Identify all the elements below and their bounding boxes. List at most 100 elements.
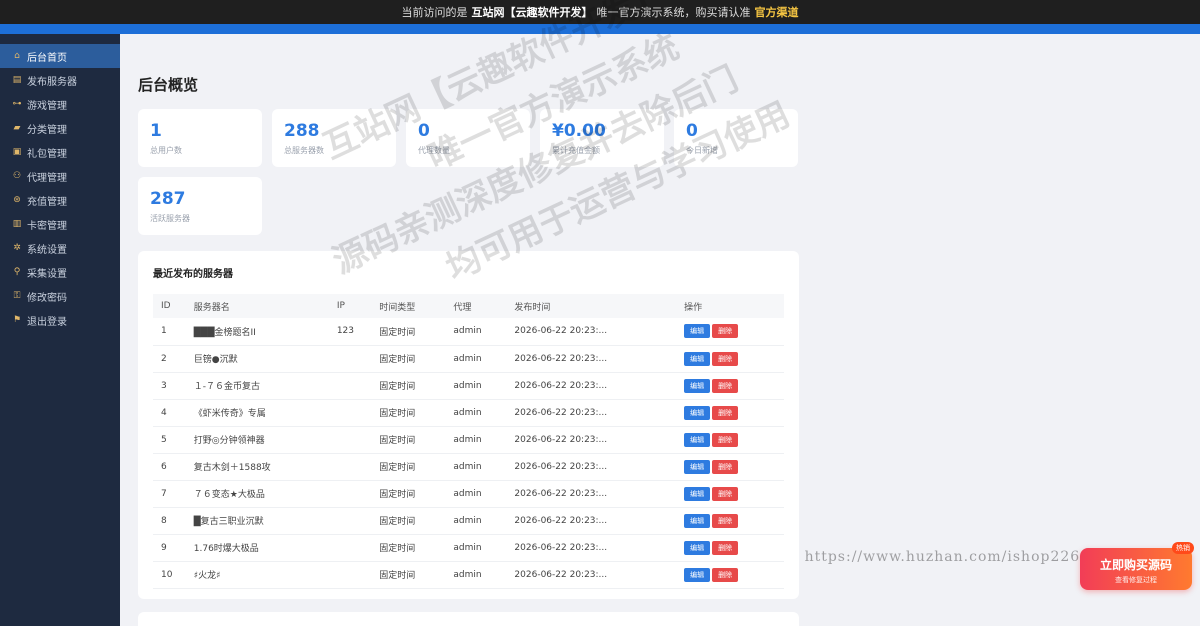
sidebar-item-icon: ▰ xyxy=(13,123,21,133)
sidebar-item[interactable]: ▣ 礼包管理 xyxy=(0,140,120,164)
cell-name: 《虾米传奇》专属 xyxy=(185,399,329,427)
recent-servers-panel: 最近发布的服务器 ID 服务器名 IP 时间类型 代理 发布时间 操作 1 ███金榜题名II… xyxy=(138,251,799,599)
cell-ip xyxy=(328,426,372,454)
cell-actions: 编辑 删除 xyxy=(676,507,784,535)
cell-published: 2026-06-22 20:23:... xyxy=(506,399,677,427)
stat-card: 0 今日新增 xyxy=(674,109,798,167)
sidebar-item-icon: ⚑ xyxy=(12,315,22,325)
stat-card: 287 活跃服务器 xyxy=(138,177,262,235)
sidebar-item-label: 发布服务器 xyxy=(27,76,77,88)
delete-button[interactable]: 删除 xyxy=(712,378,739,393)
cell-id: 1 xyxy=(153,318,186,346)
sidebar-item-label: 充值管理 xyxy=(27,196,67,208)
cell-published: 2026-06-22 20:23:... xyxy=(506,372,677,400)
cell-ip: 123 xyxy=(328,318,372,346)
delete-button[interactable]: 删除 xyxy=(712,567,739,582)
cell-published: 2026-06-22 20:23:... xyxy=(506,561,677,589)
column-header: IP xyxy=(328,294,372,318)
delete-button[interactable]: 删除 xyxy=(712,405,739,420)
table-row: 4 《虾米传奇》专属 固定时间 admin 2026-06-22 20:23:... 编辑… xyxy=(153,399,784,427)
sidebar-item[interactable]: ⊛ 充值管理 xyxy=(0,188,120,212)
sidebar-item-label: 修改密码 xyxy=(27,292,67,304)
sidebar-item-label: 系统设置 xyxy=(27,244,67,256)
cell-ip xyxy=(328,345,372,373)
buy-source-button[interactable]: 热销 立即购买源码 查看修复过程 xyxy=(1080,542,1194,590)
cell-name: 1.76时爆大极品 xyxy=(185,534,329,562)
delete-button[interactable]: 删除 xyxy=(712,486,739,501)
edit-button[interactable]: 编辑 xyxy=(684,324,711,339)
sidebar-item[interactable]: ▤ 发布服务器 xyxy=(0,68,120,92)
edit-button[interactable]: 编辑 xyxy=(684,567,711,582)
main-content: 后台概览 1 总用户数 288 总服务器数 0 代理数量 ¥0.00 累计充值金额 0 今日新增 2… xyxy=(120,34,1200,626)
cell-time-type: 固定时间 xyxy=(371,345,446,373)
cell-name: 巨镑●沉默 xyxy=(185,345,329,373)
sidebar-item[interactable]: ⚿ 修改密码 xyxy=(0,284,120,308)
cell-agent: admin xyxy=(445,453,507,481)
sidebar-item[interactable]: ⚇ 代理管理 xyxy=(0,164,120,188)
notice-channel-link[interactable]: 官方渠道 xyxy=(755,4,799,20)
sidebar-item-icon: ⊶ xyxy=(12,99,22,109)
edit-button[interactable]: 编辑 xyxy=(684,378,711,393)
cell-id: 5 xyxy=(153,426,186,454)
cell-ip xyxy=(328,534,372,562)
sidebar-item-label: 礼包管理 xyxy=(27,148,67,160)
cell-actions: 编辑 删除 xyxy=(676,534,784,562)
sidebar-item[interactable]: ⚲ 采集设置 xyxy=(0,260,120,284)
cell-actions: 编辑 删除 xyxy=(676,426,784,454)
sidebar-item[interactable]: ▥ 卡密管理 xyxy=(0,212,120,236)
cell-actions: 编辑 删除 xyxy=(676,345,784,373)
cell-ip xyxy=(328,480,372,508)
delete-button[interactable]: 删除 xyxy=(712,351,739,366)
delete-button[interactable]: 删除 xyxy=(712,459,739,474)
edit-button[interactable]: 编辑 xyxy=(684,459,711,474)
edit-button[interactable]: 编辑 xyxy=(684,432,711,447)
stat-card: 1 总用户数 xyxy=(138,109,262,167)
sidebar-item[interactable]: ⚑ 退出登录 xyxy=(0,308,120,332)
sidebar-item[interactable]: ⌂ 后台首页 xyxy=(0,44,120,68)
table-row: 2 巨镑●沉默 固定时间 admin 2026-06-22 20:23:... 编辑 删除 xyxy=(153,345,784,373)
cell-ip xyxy=(328,561,372,589)
sidebar-item-icon: ⌂ xyxy=(14,51,20,61)
sidebar-item-label: 代理管理 xyxy=(27,172,67,184)
delete-button[interactable]: 删除 xyxy=(712,513,739,528)
delete-button[interactable]: 删除 xyxy=(712,432,739,447)
stat-label: 代理数量 xyxy=(418,146,450,155)
edit-button[interactable]: 编辑 xyxy=(684,540,711,555)
cell-id: 8 xyxy=(153,507,186,535)
top-notice-bar: 当前访问的是 互站网【云趣软件开发】 唯一官方演示系统，购买请认准 官方渠道 xyxy=(0,0,1200,24)
cell-published: 2026-06-22 20:23:... xyxy=(506,426,677,454)
sidebar: ⌂ 后台首页 ▤ 发布服务器 ⊶ 游戏管理 ▰ 分类管理 ▣ 礼包管理 ⚇ 代理管理 ⊛ 充值管理 ▥ 卡密管… xyxy=(0,34,120,626)
edit-button[interactable]: 编辑 xyxy=(684,351,711,366)
cell-time-type: 固定时间 xyxy=(371,318,446,346)
cell-time-type: 固定时间 xyxy=(371,372,446,400)
cell-ip xyxy=(328,453,372,481)
edit-button[interactable]: 编辑 xyxy=(684,405,711,420)
stat-card: 0 代理数量 xyxy=(406,109,530,167)
cell-id: 7 xyxy=(153,480,186,508)
cell-id: 4 xyxy=(153,399,186,427)
sidebar-item-label: 分类管理 xyxy=(27,124,67,136)
cell-agent: admin xyxy=(445,507,507,535)
sidebar-item[interactable]: ⊶ 游戏管理 xyxy=(0,92,120,116)
cell-actions: 编辑 删除 xyxy=(676,453,784,481)
sidebar-item[interactable]: ✲ 系统设置 xyxy=(0,236,120,260)
sidebar-item-icon: ▤ xyxy=(12,75,22,85)
delete-button[interactable]: 删除 xyxy=(712,324,739,339)
cell-agent: admin xyxy=(445,372,507,400)
edit-button[interactable]: 编辑 xyxy=(684,486,711,501)
sidebar-item-icon: ⚲ xyxy=(13,267,21,277)
stat-value: 288 xyxy=(284,121,320,141)
delete-button[interactable]: 删除 xyxy=(712,540,739,555)
url-watermark: https://www.huzhan.com/ishop22680 xyxy=(804,549,1100,565)
sidebar-item[interactable]: ▰ 分类管理 xyxy=(0,116,120,140)
cell-actions: 编辑 删除 xyxy=(676,480,784,508)
cell-ip xyxy=(328,372,372,400)
cell-ip xyxy=(328,507,372,535)
cell-agent: admin xyxy=(445,318,507,346)
cell-name: 打野◎分钟领神器 xyxy=(185,426,329,454)
sidebar-item-label: 退出登录 xyxy=(27,316,67,328)
notice-prefix: 当前访问的是 xyxy=(401,6,468,19)
sidebar-item-label: 卡密管理 xyxy=(27,220,67,232)
edit-button[interactable]: 编辑 xyxy=(684,513,711,528)
column-header: 发布时间 xyxy=(506,294,677,318)
